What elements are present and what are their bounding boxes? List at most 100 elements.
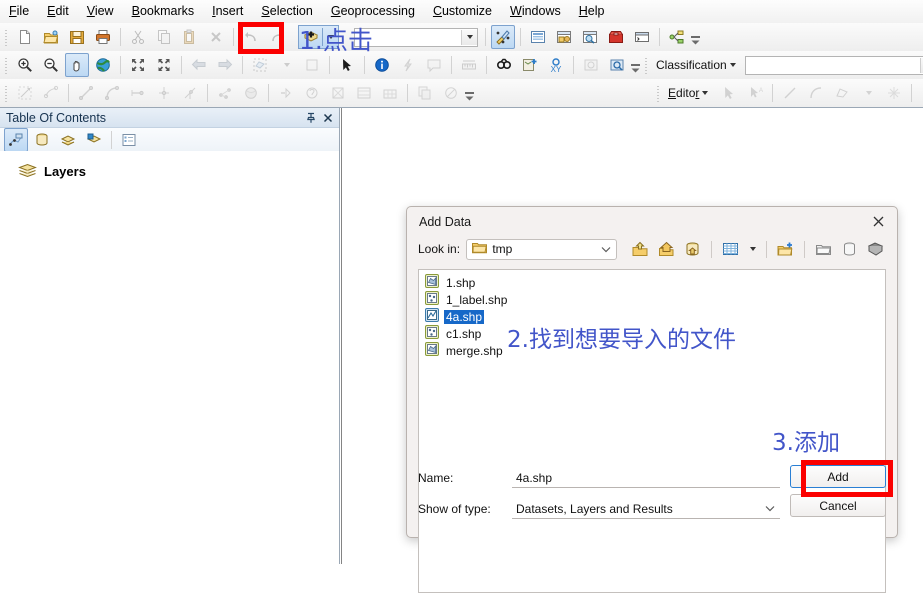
toolbar-overflow-button[interactable]	[690, 27, 700, 48]
open-folder-icon[interactable]	[39, 25, 63, 49]
time-slider-icon[interactable]	[579, 53, 603, 77]
create-viewer-window-icon[interactable]	[605, 53, 629, 77]
chevron-down-icon[interactable]	[702, 91, 709, 95]
close-icon[interactable]	[320, 110, 335, 125]
end-point-arc-icon[interactable]	[804, 81, 828, 105]
zoom-in-icon[interactable]	[13, 53, 37, 77]
python-window-icon[interactable]	[630, 25, 654, 49]
show-type-select[interactable]: Datasets, Layers and Results	[512, 499, 780, 519]
menu-item-file[interactable]: File	[0, 2, 38, 21]
trace-icon[interactable]	[126, 81, 150, 105]
select-features-dropdown[interactable]	[274, 53, 298, 77]
classification-combo[interactable]	[744, 55, 923, 75]
midpoint-icon[interactable]	[152, 81, 176, 105]
create-features-icon[interactable]	[326, 81, 350, 105]
list-by-drawing-order-icon[interactable]	[4, 127, 28, 152]
toolbar-grip[interactable]	[643, 56, 650, 74]
list-by-selection-icon[interactable]	[82, 128, 106, 152]
zoom-out-icon[interactable]	[39, 53, 63, 77]
editor-toolbox-icon[interactable]	[491, 25, 515, 49]
hyperlink-icon[interactable]	[396, 53, 420, 77]
chevron-down-icon[interactable]	[856, 81, 880, 105]
pin-icon[interactable]	[303, 110, 318, 125]
print-icon[interactable]	[91, 25, 115, 49]
default-geodatabase-icon[interactable]	[682, 239, 703, 260]
menu-item-geoprocessing[interactable]: Geoprocessing	[322, 2, 424, 21]
new-document-icon[interactable]	[13, 25, 37, 49]
home-icon[interactable]	[656, 239, 677, 260]
cut-icon[interactable]	[126, 25, 150, 49]
copy-icon[interactable]	[152, 25, 176, 49]
find-icon[interactable]	[492, 53, 516, 77]
go-back-extent-icon[interactable]	[187, 53, 211, 77]
menu-item-bookmarks[interactable]: Bookmarks	[123, 2, 204, 21]
toolbar-grip[interactable]	[655, 84, 662, 102]
connect-to-folder-icon[interactable]	[775, 239, 796, 260]
menu-item-selection[interactable]: Selection	[252, 2, 321, 21]
trace-polygon-icon[interactable]	[830, 81, 854, 105]
search-icon[interactable]	[578, 25, 602, 49]
up-one-level-icon[interactable]	[630, 239, 651, 260]
measure-icon[interactable]	[457, 53, 481, 77]
menu-item-view[interactable]: View	[78, 2, 123, 21]
chevron-down-icon[interactable]	[461, 29, 477, 45]
chevron-down-icon[interactable]	[746, 239, 758, 260]
toolbar-overflow-button[interactable]	[464, 83, 474, 104]
arctoolbox-icon[interactable]	[604, 25, 628, 49]
clip-icon[interactable]	[439, 81, 463, 105]
toolbar-grip[interactable]	[3, 56, 10, 74]
full-extent-icon[interactable]	[91, 53, 115, 77]
point-snapping-icon[interactable]	[882, 81, 906, 105]
edit-tool-icon[interactable]	[13, 81, 37, 105]
sketch-properties-icon[interactable]	[274, 81, 298, 105]
close-icon[interactable]	[865, 211, 891, 233]
straight-segment-icon[interactable]	[74, 81, 98, 105]
list-by-source-icon[interactable]	[30, 128, 54, 152]
model-builder-icon[interactable]	[665, 25, 689, 49]
edit-annotation-tool-icon[interactable]: A	[743, 81, 767, 105]
edit-tool-arrow-icon[interactable]	[717, 81, 741, 105]
chevron-down-icon[interactable]	[729, 63, 736, 67]
end-point-arc-icon[interactable]	[100, 81, 124, 105]
chevron-down-icon[interactable]	[598, 246, 614, 253]
intersection-icon[interactable]	[178, 81, 202, 105]
new-folder-icon[interactable]	[813, 239, 834, 260]
identify-icon[interactable]	[370, 53, 394, 77]
options-icon[interactable]	[117, 128, 141, 152]
list-by-visibility-icon[interactable]	[56, 128, 80, 152]
toc-layers-root[interactable]: Layers	[0, 152, 339, 181]
name-input[interactable]: 4a.shp	[512, 468, 780, 488]
chevron-down-icon[interactable]	[762, 505, 778, 512]
list-item[interactable]: 1_label.shp	[423, 291, 885, 308]
look-in-combo[interactable]: tmp	[466, 238, 617, 260]
paste-icon[interactable]	[178, 25, 202, 49]
edit-annotation-icon[interactable]	[39, 81, 63, 105]
html-popup-icon[interactable]	[422, 53, 446, 77]
direction-distance-icon[interactable]	[239, 81, 263, 105]
list-item[interactable]: 1.shp	[423, 274, 885, 291]
menu-item-help[interactable]: Help	[570, 2, 614, 21]
fixed-zoom-in-icon[interactable]	[126, 53, 150, 77]
new-file-geodatabase-icon[interactable]	[839, 239, 860, 260]
editor-menu-label[interactable]: Editor	[664, 86, 701, 100]
construction-tools-icon[interactable]	[352, 81, 376, 105]
save-icon[interactable]	[65, 25, 89, 49]
go-forward-extent-icon[interactable]	[213, 53, 237, 77]
toolbar-grip[interactable]	[3, 84, 10, 102]
menu-item-insert[interactable]: Insert	[203, 2, 252, 21]
attributes-icon[interactable]	[300, 81, 324, 105]
copy-features-icon[interactable]	[413, 81, 437, 105]
select-features-icon[interactable]	[248, 53, 272, 77]
rectangle-grid-icon[interactable]	[378, 81, 402, 105]
pan-icon[interactable]	[65, 53, 89, 77]
fixed-zoom-out-icon[interactable]	[152, 53, 176, 77]
catalog-icon[interactable]	[552, 25, 576, 49]
toc-content[interactable]: Layers	[0, 151, 339, 564]
trace-tool-icon[interactable]	[917, 81, 923, 105]
cancel-button[interactable]: Cancel	[790, 494, 886, 517]
find-route-icon[interactable]	[518, 53, 542, 77]
toolbar-grip[interactable]	[3, 28, 10, 46]
table-of-contents-icon[interactable]	[526, 25, 550, 49]
delete-icon[interactable]	[204, 25, 228, 49]
add-database-connection-icon[interactable]	[865, 239, 886, 260]
